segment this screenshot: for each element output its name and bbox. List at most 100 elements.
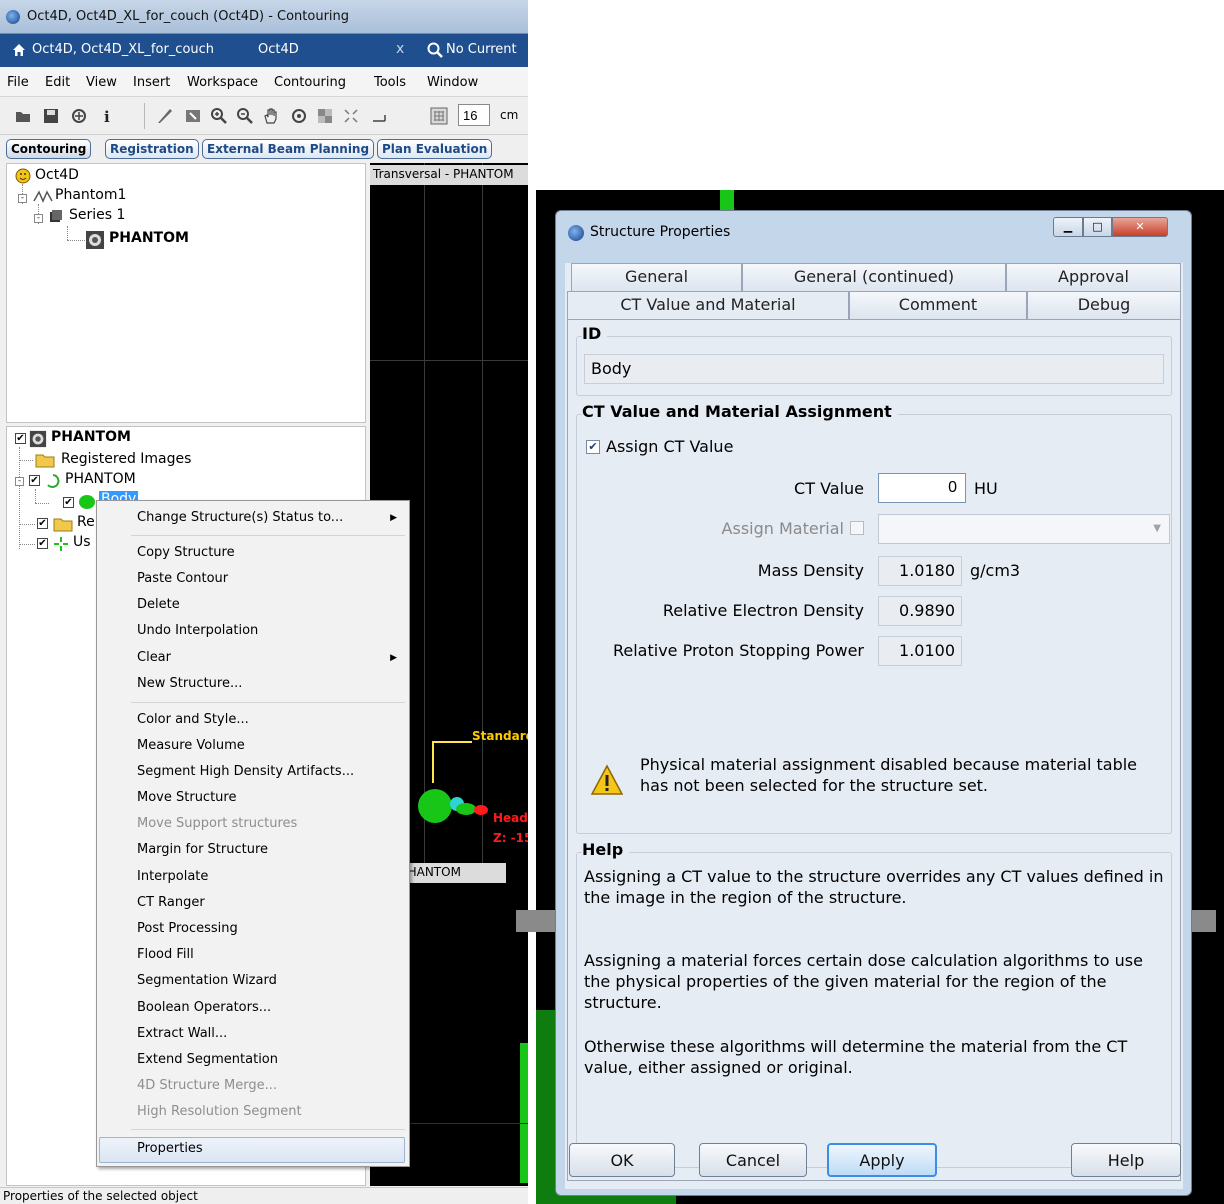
tree-item-re[interactable]: Re <box>77 514 95 530</box>
zoom-out-icon[interactable] <box>236 107 254 125</box>
tab-ct-value-and-material[interactable]: CT Value and Material <box>567 291 849 321</box>
assign-material-label: Assign Material <box>721 519 844 538</box>
minimize-button[interactable]: ▁ <box>1053 217 1083 237</box>
menu-workspace[interactable]: Workspace <box>187 75 258 90</box>
workspace-plan-evaluation-button[interactable]: Plan Evaluation <box>377 139 493 159</box>
row-visibility-checkbox[interactable]: ✔ <box>37 538 48 549</box>
menu-bar: File Edit View Insert Workspace Contouri… <box>0 67 528 97</box>
menu-item-clear[interactable]: Clear <box>137 650 171 665</box>
tab-general[interactable]: General <box>571 263 742 291</box>
structure-context-menu: Change Structure(s) Status to... ▶ Copy … <box>96 500 410 1167</box>
menu-item-post-processing[interactable]: Post Processing <box>137 921 238 936</box>
tree-item-structure-set[interactable]: PHANTOM <box>65 471 136 487</box>
search-icon[interactable] <box>427 42 443 58</box>
toolbar-separator <box>144 103 145 129</box>
help-text-2: Assigning a material forces certain dose… <box>584 951 1143 1012</box>
zoom-in-icon[interactable] <box>210 107 228 125</box>
menu-item-ct-ranger[interactable]: CT Ranger <box>137 895 205 910</box>
menu-edit[interactable]: Edit <box>45 75 70 90</box>
tab-comment[interactable]: Comment <box>849 291 1027 319</box>
menu-window[interactable]: Window <box>427 75 478 90</box>
menu-item-new-structure[interactable]: New Structure... <box>137 676 242 691</box>
course-crumb[interactable]: Oct4D <box>258 42 299 57</box>
tree-item-phantom[interactable]: Phantom1 <box>55 187 126 203</box>
menu-item-undo-interpolation[interactable]: Undo Interpolation <box>137 623 258 638</box>
tree-item-root[interactable]: Oct4D <box>35 167 79 183</box>
menu-file[interactable]: File <box>7 75 29 90</box>
info-icon[interactable]: i <box>98 107 116 125</box>
menu-view[interactable]: View <box>86 75 117 90</box>
home-icon[interactable] <box>12 43 26 57</box>
window-level-icon[interactable] <box>316 107 334 125</box>
menu-item-boolean-operators[interactable]: Boolean Operators... <box>137 1000 271 1015</box>
ruler-icon[interactable] <box>370 107 388 125</box>
structure-set-visibility-checkbox[interactable]: ✔ <box>29 475 40 486</box>
dialog-client: General General (continued) Approval CT … <box>565 263 1183 1189</box>
tree-item-registered-images[interactable]: Registered Images <box>61 451 191 467</box>
body-contour <box>456 803 476 815</box>
menu-separator <box>131 535 405 536</box>
tree-expander[interactable]: - <box>15 477 24 486</box>
tree-item-image[interactable]: PHANTOM <box>109 230 189 246</box>
cancel-button[interactable]: Cancel <box>699 1143 807 1177</box>
apply-button[interactable]: Apply <box>827 1143 937 1177</box>
save-icon[interactable] <box>42 107 60 125</box>
menu-item-segmentation-wizard[interactable]: Segmentation Wizard <box>137 973 277 988</box>
fit-view-icon[interactable] <box>342 107 360 125</box>
tree-item-series[interactable]: Series 1 <box>69 207 125 223</box>
menu-tools[interactable]: Tools <box>374 75 406 90</box>
open-patient-icon[interactable] <box>14 107 32 125</box>
tree-expander[interactable]: - <box>34 214 43 223</box>
id-field: Body <box>584 354 1164 384</box>
menu-item-flood-fill[interactable]: Flood Fill <box>137 947 194 962</box>
grid-size-unit: cm <box>500 108 519 122</box>
grid-size-input[interactable] <box>458 104 490 126</box>
menu-item-color-and-style[interactable]: Color and Style... <box>137 712 249 727</box>
body-visibility-checkbox[interactable]: ✔ <box>63 497 74 508</box>
workspace-contouring-button[interactable]: Contouring <box>6 139 92 159</box>
menu-item-segment-high-density[interactable]: Segment High Density Artifacts... <box>137 764 354 779</box>
tab-general-continued[interactable]: General (continued) <box>742 263 1006 291</box>
menu-item-change-status[interactable]: Change Structure(s) Status to... <box>137 510 343 525</box>
menu-item-paste-contour[interactable]: Paste Contour <box>137 571 228 586</box>
ok-button[interactable]: OK <box>569 1143 675 1177</box>
menu-insert[interactable]: Insert <box>133 75 170 90</box>
tree-item-us[interactable]: Us <box>73 534 91 550</box>
image-pointer-icon[interactable] <box>184 107 202 125</box>
workspace-external-beam-planning-button[interactable]: External Beam Planning <box>202 139 375 159</box>
menu-item-move-structure[interactable]: Move Structure <box>137 790 236 805</box>
ct-value-unit: HU <box>974 479 998 498</box>
brush-icon[interactable] <box>156 107 174 125</box>
menu-contouring[interactable]: Contouring <box>274 75 346 90</box>
tree-expander[interactable]: - <box>18 194 27 203</box>
no-current-plan-label[interactable]: No Current <box>446 42 517 57</box>
row-visibility-checkbox[interactable]: ✔ <box>37 518 48 529</box>
menu-separator <box>131 1129 405 1130</box>
ct-value-input[interactable] <box>878 473 966 503</box>
menu-item-interpolate[interactable]: Interpolate <box>137 869 208 884</box>
pan-hand-icon[interactable] <box>262 107 280 125</box>
tab-approval[interactable]: Approval <box>1006 263 1181 291</box>
structure-tree-image[interactable]: PHANTOM <box>51 429 131 445</box>
navigate-icon[interactable] <box>70 107 88 125</box>
close-button[interactable]: ✕ <box>1112 217 1168 237</box>
menu-item-copy-structure[interactable]: Copy Structure <box>137 545 235 560</box>
help-button[interactable]: Help <box>1071 1143 1181 1177</box>
close-patient-icon[interactable]: x <box>396 41 404 57</box>
menu-item-properties[interactable]: Properties <box>137 1141 203 1156</box>
menu-item-extract-wall[interactable]: Extract Wall... <box>137 1026 227 1041</box>
tab-panel: ID Body CT Value and Material Assignment… <box>567 319 1181 1181</box>
assign-ct-value-checkbox[interactable]: ✔ <box>586 440 600 454</box>
workspace-registration-button[interactable]: Registration <box>105 139 199 159</box>
grid-toggle-icon[interactable] <box>430 107 448 125</box>
patient-crumb[interactable]: Oct4D, Oct4D_XL_for_couch <box>32 42 214 57</box>
image-visibility-checkbox[interactable]: ✔ <box>15 433 26 444</box>
dialog-title-bar[interactable]: Structure Properties ▁ □ ✕ <box>556 211 1191 251</box>
rotate-icon[interactable] <box>290 107 308 125</box>
maximize-button[interactable]: □ <box>1083 217 1112 237</box>
menu-item-measure-volume[interactable]: Measure Volume <box>137 738 245 753</box>
menu-item-extend-segmentation[interactable]: Extend Segmentation <box>137 1052 278 1067</box>
menu-item-delete[interactable]: Delete <box>137 597 180 612</box>
menu-item-margin-for-structure[interactable]: Margin for Structure <box>137 842 268 857</box>
tab-debug[interactable]: Debug <box>1027 291 1181 319</box>
